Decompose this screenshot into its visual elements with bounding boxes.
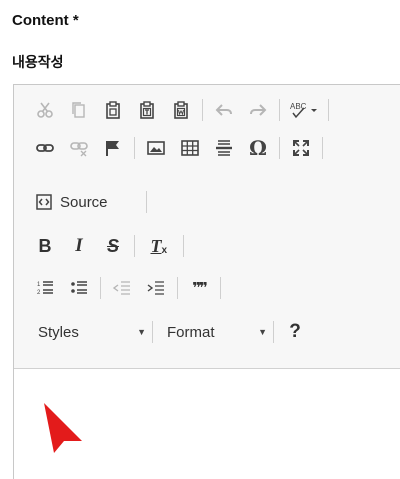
toolbar-separator bbox=[322, 137, 323, 159]
image-icon bbox=[147, 141, 165, 155]
scissors-icon bbox=[37, 102, 53, 118]
help-icon: ? bbox=[289, 321, 301, 342]
format-label: Format bbox=[167, 323, 215, 341]
toolbar-separator bbox=[202, 99, 203, 121]
spellcheck-button[interactable]: ABC bbox=[284, 96, 324, 124]
remove-format-x: x bbox=[161, 244, 168, 256]
paste-word-button[interactable] bbox=[164, 96, 198, 124]
red-cursor-arrow-icon bbox=[44, 403, 82, 453]
remove-format-icon: T x bbox=[150, 235, 168, 257]
source-button[interactable]: Source bbox=[28, 188, 118, 216]
content-field-label: Content * bbox=[12, 12, 79, 29]
toolbar-separator bbox=[273, 321, 274, 343]
image-button[interactable] bbox=[139, 134, 173, 162]
clipboard-word-icon bbox=[174, 101, 188, 119]
indent-button[interactable] bbox=[139, 274, 173, 302]
cut-button[interactable] bbox=[28, 96, 62, 124]
format-dropdown[interactable]: Format ▼ bbox=[157, 318, 267, 346]
editor-content-area[interactable] bbox=[14, 369, 400, 479]
svg-text:1: 1 bbox=[37, 282, 41, 288]
link-icon bbox=[36, 144, 54, 152]
copy-button[interactable] bbox=[62, 96, 96, 124]
blockquote-icon: ❞❞ bbox=[192, 280, 208, 297]
toolbar-separator bbox=[177, 277, 178, 299]
spellcheck-icon: ABC bbox=[290, 102, 317, 119]
toolbar-row-paragraph: 12 ❞❞ bbox=[28, 273, 225, 303]
numbered-list-button[interactable]: 12 bbox=[28, 274, 62, 302]
toolbar-separator bbox=[183, 235, 184, 257]
bold-button[interactable]: B bbox=[28, 232, 62, 260]
toolbar-separator bbox=[220, 277, 221, 299]
toolbar-row-clipboard: ABC bbox=[28, 95, 333, 125]
italic-icon: I bbox=[75, 235, 83, 256]
table-icon bbox=[181, 140, 199, 156]
chevron-down-icon: ▼ bbox=[258, 327, 267, 337]
clipboard-icon bbox=[106, 101, 120, 119]
svg-text:ABC: ABC bbox=[290, 102, 307, 111]
toolbar-separator bbox=[134, 137, 135, 159]
section-title: 내용작성 bbox=[12, 55, 64, 71]
bulleted-list-icon bbox=[71, 281, 87, 294]
paste-button[interactable] bbox=[96, 96, 130, 124]
bold-icon: B bbox=[38, 235, 52, 256]
horizontal-line-icon bbox=[216, 140, 232, 156]
toolbar-row-insert: Ω bbox=[28, 133, 327, 163]
numbered-list-icon: 12 bbox=[37, 281, 53, 296]
toolbar-row-basic-styles: B I S T x bbox=[28, 231, 188, 261]
indent-icon bbox=[147, 281, 164, 295]
horizontal-line-button[interactable] bbox=[207, 134, 241, 162]
undo-icon bbox=[215, 104, 232, 116]
link-button[interactable] bbox=[28, 134, 62, 162]
italic-button[interactable]: I bbox=[62, 232, 96, 260]
source-label: Source bbox=[60, 193, 108, 211]
undo-button[interactable] bbox=[207, 96, 241, 124]
toolbar-separator bbox=[134, 235, 135, 257]
editor-toolbar: ABC Ω Source B I S T x 1 2 ❞❞ Styles ▼ F… bbox=[14, 85, 400, 369]
clipboard-text-icon bbox=[140, 101, 154, 119]
unlink-button[interactable] bbox=[62, 134, 96, 162]
outdent-button[interactable] bbox=[105, 274, 139, 302]
rich-text-editor: ABC Ω Source B I S T x 1 2 ❞❞ Styles ▼ F… bbox=[13, 84, 400, 479]
remove-format-button[interactable]: T x bbox=[139, 232, 173, 260]
chevron-down-icon: ▼ bbox=[137, 327, 146, 337]
svg-text:2: 2 bbox=[37, 290, 41, 296]
bulleted-list-button[interactable] bbox=[62, 274, 96, 302]
source-icon bbox=[36, 194, 52, 210]
copy-icon bbox=[72, 102, 85, 118]
table-button[interactable] bbox=[173, 134, 207, 162]
strikethrough-button[interactable]: S bbox=[96, 232, 130, 260]
toolbar-separator bbox=[145, 191, 147, 213]
remove-format-glyph: T bbox=[150, 235, 162, 256]
blockquote-button[interactable]: ❞❞ bbox=[182, 274, 216, 302]
toolbar-separator bbox=[279, 137, 280, 159]
maximize-icon bbox=[293, 140, 309, 156]
strikethrough-icon: S bbox=[106, 235, 119, 256]
paste-text-button[interactable] bbox=[130, 96, 164, 124]
omega-icon: Ω bbox=[249, 136, 267, 160]
special-char-button[interactable]: Ω bbox=[241, 134, 275, 162]
toolbar-separator bbox=[328, 99, 329, 121]
toolbar-row-styles: Styles ▼ Format ▼ ? bbox=[28, 317, 312, 347]
redo-button[interactable] bbox=[241, 96, 275, 124]
unlink-icon bbox=[70, 142, 88, 157]
outdent-icon bbox=[113, 281, 130, 295]
toolbar-separator bbox=[279, 99, 280, 121]
toolbar-separator bbox=[152, 321, 153, 343]
anchor-button[interactable] bbox=[96, 134, 130, 162]
flag-icon bbox=[106, 141, 119, 156]
styles-label: Styles bbox=[38, 323, 79, 341]
maximize-button[interactable] bbox=[284, 134, 318, 162]
help-button[interactable]: ? bbox=[278, 318, 312, 346]
redo-icon bbox=[250, 104, 267, 116]
toolbar-separator bbox=[100, 277, 101, 299]
toolbar-row-source: Source bbox=[28, 187, 151, 217]
styles-dropdown[interactable]: Styles ▼ bbox=[28, 318, 146, 346]
